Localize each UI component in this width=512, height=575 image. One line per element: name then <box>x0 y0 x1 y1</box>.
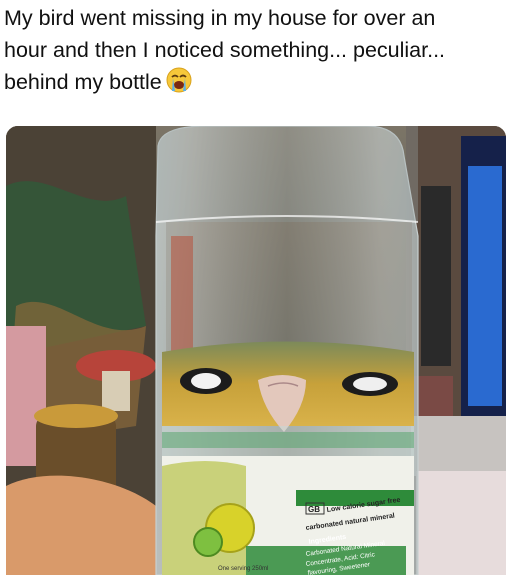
mushroom-stem <box>102 371 130 411</box>
label-serving: One serving 250ml <box>218 566 268 572</box>
post-photo[interactable]: GB Low calorie sugar free carbonated nat… <box>6 126 506 575</box>
crying-face-icon <box>166 67 192 102</box>
caption-line-1: My bird went missing in my house for ove… <box>4 6 436 30</box>
jar-lid <box>34 404 118 428</box>
water-bottle <box>155 126 419 575</box>
label-badge: GB <box>308 505 320 514</box>
keyboard-tray <box>411 416 506 476</box>
post-caption: My bird went missing in my house for ove… <box>4 2 504 102</box>
pink-card <box>416 471 506 575</box>
caption-line-2: hour and then I noticed something... pec… <box>4 38 446 62</box>
parrot-face <box>162 341 414 432</box>
monitor-screen <box>468 166 502 406</box>
lime-icon <box>193 527 223 557</box>
chair <box>421 186 451 366</box>
caption-line-3: behind my bottle <box>4 70 162 94</box>
